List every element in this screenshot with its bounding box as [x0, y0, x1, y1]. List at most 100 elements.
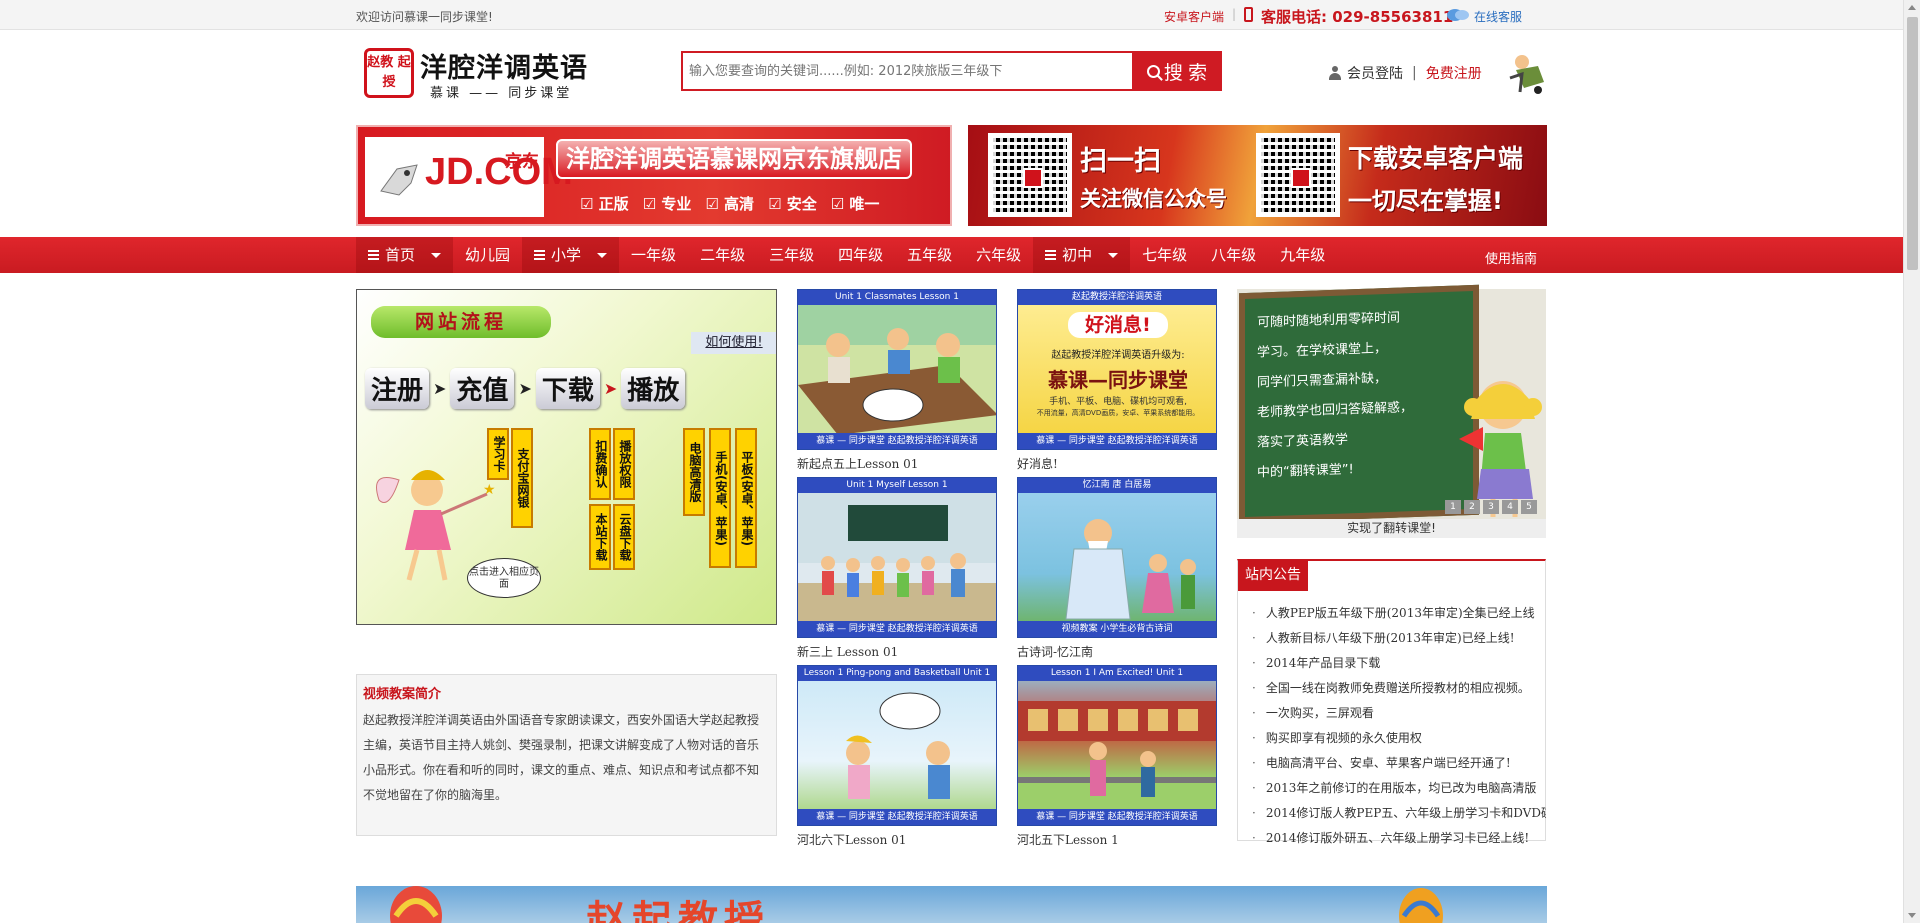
slide-dot[interactable]: 2 [1464, 500, 1480, 514]
video-card[interactable]: 赵起教授洋腔洋调英语 好消息! 赵起教授洋腔洋调英语升级为: 慕课—同步课堂 手… [1017, 289, 1217, 472]
brand-name: 洋腔洋调英语 [420, 53, 588, 84]
video-caption[interactable]: 河北六下Lesson 01 [797, 831, 997, 848]
search-icon [1146, 64, 1160, 78]
video-caption[interactable]: 新三上 Lesson 01 [797, 643, 997, 660]
video-card[interactable]: Unit 1 Classmates Lesson 1 慕课 — 同步课堂 赵起教… [797, 289, 997, 472]
site-process-panel[interactable]: 网站流程 如何使用! 注册 ➤ 充值 ➤ 下载 ➤ 播放 ★ 点击进入相应页面 … [356, 289, 777, 625]
notice-item[interactable]: 2014年产品目录下载 [1252, 651, 1546, 676]
nav-item[interactable]: 七年级 [1130, 237, 1199, 273]
notice-item[interactable]: 2014修订版外研五、六年级上册学习卡已经上线! [1252, 826, 1546, 851]
nav-item[interactable]: 九年级 [1268, 237, 1337, 273]
slide-dot[interactable]: 1 [1445, 500, 1461, 514]
search-button[interactable]: 搜 索 [1132, 51, 1222, 91]
video-top-bar: Unit 1 Classmates Lesson 1 [798, 290, 996, 305]
video-thumbnail[interactable]: Lesson 1 I Am Excited! Unit 1 慕课 — 同步课堂 … [1017, 665, 1217, 826]
video-card[interactable]: Lesson 1 I Am Excited! Unit 1 慕课 — 同步课堂 … [1017, 665, 1217, 848]
step-play[interactable]: 播放 [621, 368, 686, 409]
android-client-link[interactable]: 安卓客户端 [1164, 8, 1224, 25]
slide-caption[interactable]: 实现了翻转课堂! [1237, 519, 1546, 538]
notice-item[interactable]: 人教新目标八年级下册(2013年审定)已经上线! [1252, 626, 1546, 651]
user-guide-link[interactable]: 使用指南 [1485, 248, 1537, 267]
site-logo[interactable]: 赵教 起授 洋腔洋调英语 慕课 —— 同步课堂 [364, 46, 594, 102]
nav-item[interactable]: 首页 [356, 237, 454, 273]
chat-icon[interactable] [1446, 8, 1470, 22]
scroll-down-icon[interactable] [1908, 913, 1916, 918]
nav-item[interactable]: 二年级 [688, 237, 757, 273]
chalkboard: 可随时随地利用零碎时间 学习。在学校课堂上， 同学们只需查漏补缺， 老师教学也回… [1239, 284, 1479, 524]
site-notice-panel: 站内公告 人教PEP版五年级下册(2013年审定)全集已经上线人教新目标八年级下… [1237, 559, 1546, 845]
nav-item-label: 一年级 [631, 246, 677, 264]
step-tag: 电脑高清版 [683, 428, 705, 516]
jd-logo: JD.COM 京东 [365, 137, 573, 217]
enter-page-bubble[interactable]: 点击进入相应页面 [467, 558, 541, 598]
qr-line-1: 扫一扫 [1080, 146, 1161, 177]
step-download[interactable]: 下载 [535, 368, 600, 409]
search-input[interactable] [681, 51, 1133, 91]
chalk-line: 中的“翻转课堂”! [1257, 462, 1354, 481]
nav-item[interactable]: 五年级 [895, 237, 964, 273]
news-small-1: 手机、平板、电脑、碟机均可观看, [1049, 397, 1187, 407]
nav-item[interactable]: 三年级 [757, 237, 826, 273]
jd-store-banner[interactable]: JD.COM 京东 洋腔洋调英语慕课网京东旗舰店 正版 专业 高清 安全 唯一 [356, 125, 952, 226]
classroom-scene-icon [798, 305, 996, 435]
notice-item[interactable]: 购买即享有视频的永久使用权 [1252, 726, 1546, 751]
qr-line-2: 关注微信公众号 [1080, 187, 1227, 211]
chevron-down-icon[interactable] [597, 252, 608, 258]
notice-item[interactable]: 人教PEP版五年级下册(2013年审定)全集已经上线 [1252, 601, 1546, 626]
video-thumbnail[interactable]: Unit 1 Classmates Lesson 1 慕课 — 同步课堂 赵起教… [797, 289, 997, 450]
step-tag: 支付宝网银 [511, 428, 533, 528]
service-phone: 客服电话: 029-85563811 [1261, 8, 1454, 26]
chevron-down-icon[interactable] [1108, 252, 1119, 258]
nav-item-label: 三年级 [769, 246, 815, 264]
qr-code-banner[interactable]: 扫一扫 关注微信公众号 下载安卓客户端 一切尽在掌握! [968, 125, 1547, 226]
page-scrollbar[interactable] [1903, 0, 1920, 923]
scroll-thumb[interactable] [1907, 17, 1918, 270]
bottom-banner[interactable]: 赵起教授 [356, 886, 1547, 923]
nav-item[interactable]: 六年级 [964, 237, 1033, 273]
arrow-icon: ➤ [603, 379, 618, 398]
video-thumbnail[interactable]: 忆江南 唐 白居易 视频教案 小学生必背古诗词 [1017, 477, 1217, 638]
step-tag: 播放权限 [613, 428, 635, 500]
video-top-bar: 赵起教授洋腔洋调英语 [1018, 290, 1216, 305]
video-card[interactable]: Lesson 1 Ping-pong and Basketball Unit 1… [797, 665, 997, 848]
how-to-use-link[interactable]: 如何使用! [691, 332, 776, 354]
notice-tab[interactable]: 站内公告 [1238, 559, 1308, 591]
video-thumbnail[interactable]: Unit 1 Myself Lesson 1 慕课 — 同步课堂 赵起教授洋腔洋… [797, 477, 997, 638]
arrow-icon: ➤ [433, 379, 447, 398]
video-thumbnail[interactable]: 赵起教授洋腔洋调英语 好消息! 赵起教授洋腔洋调英语升级为: 慕课—同步课堂 手… [1017, 289, 1217, 450]
nav-item[interactable]: 幼儿园 [453, 237, 522, 273]
slide-dot[interactable]: 3 [1483, 500, 1499, 514]
step-register[interactable]: 注册 [365, 368, 430, 409]
step-tag: 云盘下载 [613, 504, 635, 570]
chevron-down-icon[interactable] [431, 252, 442, 258]
video-caption[interactable]: 河北五下Lesson 1 [1017, 831, 1217, 848]
notice-item[interactable]: 2013年之前修订的在用版本，均已改为电脑高清版 [1252, 776, 1546, 801]
nav-item[interactable]: 一年级 [619, 237, 688, 273]
scroll-up-icon[interactable] [1908, 5, 1916, 10]
nav-item[interactable]: 初中 [1033, 237, 1131, 273]
video-thumbnail[interactable]: Lesson 1 Ping-pong and Basketball Unit 1… [797, 665, 997, 826]
notice-item[interactable]: 全国一线在岗教师免费赠送所授教材的相应视频。 [1252, 676, 1546, 701]
seal-logo: 赵教 起授 [364, 48, 414, 98]
video-card[interactable]: 忆江南 唐 白居易 视频教案 小学生必背古诗词 古诗词-忆江南 [1017, 477, 1217, 660]
video-caption[interactable]: 好消息! [1017, 455, 1217, 472]
nav-item[interactable]: 八年级 [1199, 237, 1268, 273]
step-recharge[interactable]: 充值 [450, 368, 515, 409]
notice-item[interactable]: 电脑高清平台、安卓、苹果客户端已经开通了! [1252, 751, 1546, 776]
jd-feature-list: 正版 专业 高清 安全 唯一 [580, 193, 880, 214]
flipped-classroom-slide[interactable]: 可随时随地利用零碎时间 学习。在学校课堂上， 同学们只需查漏补缺， 老师教学也回… [1237, 284, 1546, 538]
video-caption[interactable]: 新起点五上Lesson 01 [797, 455, 997, 472]
notice-item[interactable]: 一次购买，三屏观看 [1252, 701, 1546, 726]
nav-item[interactable]: 四年级 [826, 237, 895, 273]
nav-item[interactable]: 小学 [522, 237, 620, 273]
online-service-link[interactable]: 在线客服 [1474, 8, 1522, 25]
video-card[interactable]: Unit 1 Myself Lesson 1 慕课 — 同步课堂 赵起教授洋腔洋… [797, 477, 997, 660]
notice-item[interactable]: 2014修订版人教PEP五、六年级上册学习卡和DVD碟 [1252, 801, 1546, 826]
slide-dot[interactable]: 5 [1521, 500, 1537, 514]
register-link[interactable]: 免费注册 [1426, 63, 1482, 83]
slide-dot[interactable]: 4 [1502, 500, 1518, 514]
video-caption[interactable]: 古诗词-忆江南 [1017, 643, 1217, 660]
nav-item-label: 五年级 [907, 246, 953, 264]
login-link[interactable]: 会员登陆 [1347, 63, 1403, 83]
news-big: 慕课—同步课堂 [1048, 368, 1188, 392]
